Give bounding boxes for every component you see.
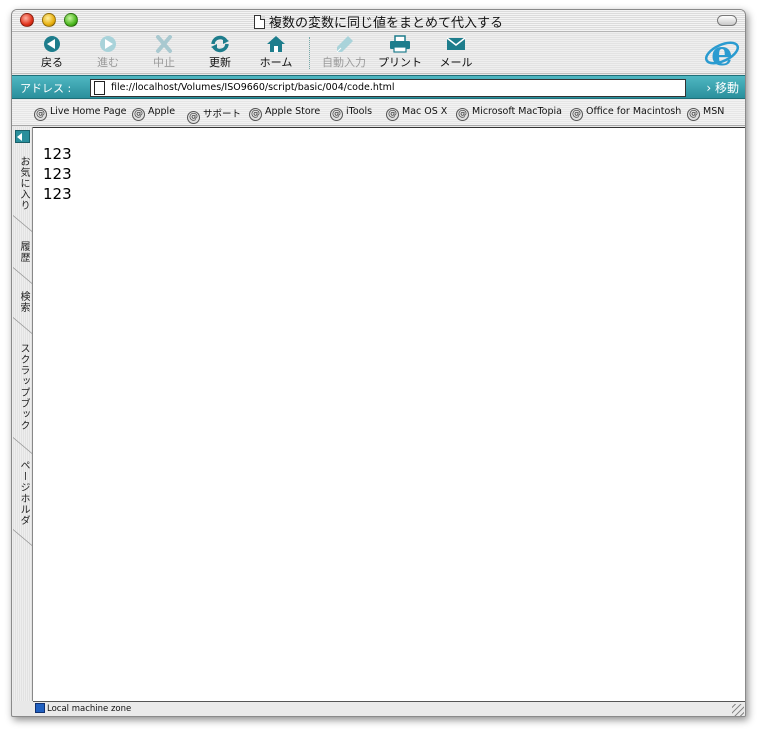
favorites-bar: @ Live Home Page @ Apple @ サポート @ Apple Stor… [12, 100, 745, 126]
address-label: アドレス : [20, 82, 72, 95]
print-label: プリント [378, 56, 422, 69]
print-button[interactable]: プリント [372, 35, 428, 71]
at-icon: @ [132, 108, 145, 121]
toolbar: 戻る 進む 中止 更新 ホーム 自動入力 プリント メール e [12, 32, 745, 74]
resize-grip-icon[interactable] [732, 704, 744, 716]
forward-button[interactable]: 進む [80, 35, 136, 71]
favorite-label: Microsoft MacTopia [472, 106, 562, 117]
sidebar-tab-search[interactable]: 検索 [14, 287, 31, 317]
favorite-apple-store[interactable]: @ Apple Store [249, 106, 320, 121]
back-label: 戻る [41, 56, 63, 69]
output-line: 123 [43, 165, 72, 183]
favorite-label: Mac OS X [402, 106, 448, 117]
sidebar-tab-label: お気に入り [18, 155, 29, 211]
window-title: 複数の変数に同じ値をまとめて代入する [268, 16, 503, 31]
explorer-sidebar: お気に入り 履歴 検索 スクラップブック ページホルダ [12, 127, 33, 701]
at-icon: @ [249, 108, 262, 121]
sidebar-tab-favorites[interactable]: お気に入り [14, 151, 31, 215]
printer-icon [390, 35, 410, 53]
at-icon: @ [386, 108, 399, 121]
go-label: 移動 [714, 81, 739, 95]
sidebar-tab-divider [13, 437, 32, 454]
at-icon: @ [330, 108, 343, 121]
mail-button[interactable]: メール [428, 35, 484, 71]
address-bar: アドレス : file://localhost/Volumes/ISO9660/… [12, 75, 745, 99]
favorite-apple[interactable]: @ Apple [132, 106, 175, 121]
sidebar-tab-history[interactable]: 履歴 [14, 237, 31, 267]
page-content: 123 123 123 [33, 127, 745, 701]
svg-text:e: e [711, 35, 733, 71]
sidebar-tab-label: ページホルダ [18, 460, 29, 526]
output-line: 123 [43, 185, 72, 203]
refresh-button[interactable]: 更新 [192, 35, 248, 71]
page-icon [94, 81, 105, 95]
sidebar-tab-page-holder[interactable]: ページホルダ [14, 457, 31, 529]
favorite-label: Office for Macintosh [586, 106, 682, 117]
stop-label: 中止 [153, 56, 175, 69]
favorite-label: Live Home Page [50, 106, 127, 117]
favorite-support[interactable]: @ サポート [187, 106, 241, 124]
refresh-icon [211, 35, 229, 53]
favorite-label: Apple Store [265, 106, 321, 117]
stop-x-icon [156, 35, 172, 53]
sidebar-tab-divider [13, 317, 32, 334]
autofill-pen-icon [336, 36, 353, 53]
go-arrow-icon: › [706, 81, 712, 95]
favorite-live-home-page[interactable]: @ Live Home Page [34, 106, 127, 121]
zone-icon [35, 703, 45, 713]
home-icon [267, 36, 285, 52]
sidebar-tab-divider [13, 529, 32, 546]
forward-label: 進む [97, 56, 119, 69]
stop-button[interactable]: 中止 [136, 35, 192, 71]
favorite-label: サポート [203, 109, 242, 120]
address-url: file://localhost/Volumes/ISO9660/script/… [111, 82, 395, 93]
favorite-itools[interactable]: @ iTools [330, 106, 372, 121]
favorite-office-for-macintosh[interactable]: @ Office for Macintosh [570, 106, 681, 121]
at-icon: @ [687, 108, 700, 121]
autofill-button[interactable]: 自動入力 [316, 35, 372, 71]
title-bar[interactable]: 複数の変数に同じ値をまとめて代入する [12, 10, 745, 32]
toolbar-separator [309, 37, 310, 69]
output-line: 123 [43, 145, 72, 163]
favorite-label: Apple [148, 106, 176, 117]
home-label: ホーム [259, 56, 293, 69]
at-icon: @ [570, 108, 583, 121]
go-button[interactable]: › 移動 [706, 79, 739, 96]
sidebar-tab-label: 検索 [18, 291, 29, 313]
forward-arrow-icon [100, 36, 116, 52]
ie-logo-icon: e [704, 35, 740, 71]
home-button[interactable]: ホーム [248, 35, 304, 71]
mail-envelope-icon [446, 37, 466, 50]
at-icon: @ [34, 108, 47, 121]
favorite-msn[interactable]: @ MSN [687, 106, 724, 121]
status-zone: Local machine zone [47, 704, 132, 714]
favorite-label: MSN [703, 106, 725, 117]
back-arrow-icon [44, 36, 60, 52]
at-icon: @ [456, 108, 469, 121]
sidebar-tab-divider [13, 215, 32, 232]
sidebar-tab-label: 履歴 [18, 241, 29, 263]
window-title-wrap: 複数の変数に同じ値をまとめて代入する [12, 12, 745, 31]
autofill-label: 自動入力 [322, 56, 366, 69]
favorite-mac-os-x[interactable]: @ Mac OS X [386, 106, 447, 121]
at-icon: @ [187, 111, 200, 124]
output-block: 123 123 123 [33, 128, 745, 204]
sidebar-tab-label: スクラップブック [18, 343, 29, 431]
browser-window: 複数の変数に同じ値をまとめて代入する 戻る 進む 中止 更新 ホーム 自動入力 [11, 9, 746, 717]
sidebar-toggle-icon[interactable] [15, 130, 30, 143]
sidebar-tab-divider [13, 267, 32, 284]
address-input[interactable]: file://localhost/Volumes/ISO9660/script/… [90, 79, 686, 97]
status-bar: Local machine zone [33, 701, 745, 716]
sidebar-tab-scrapbook[interactable]: スクラップブック [14, 337, 31, 437]
collapse-button[interactable] [717, 15, 737, 26]
favorite-label: iTools [346, 106, 373, 117]
back-button[interactable]: 戻る [24, 35, 80, 71]
document-icon [253, 15, 265, 29]
mail-label: メール [439, 56, 473, 69]
favorite-microsoft-mactopia[interactable]: @ Microsoft MacTopia [456, 106, 562, 121]
refresh-label: 更新 [209, 56, 231, 69]
